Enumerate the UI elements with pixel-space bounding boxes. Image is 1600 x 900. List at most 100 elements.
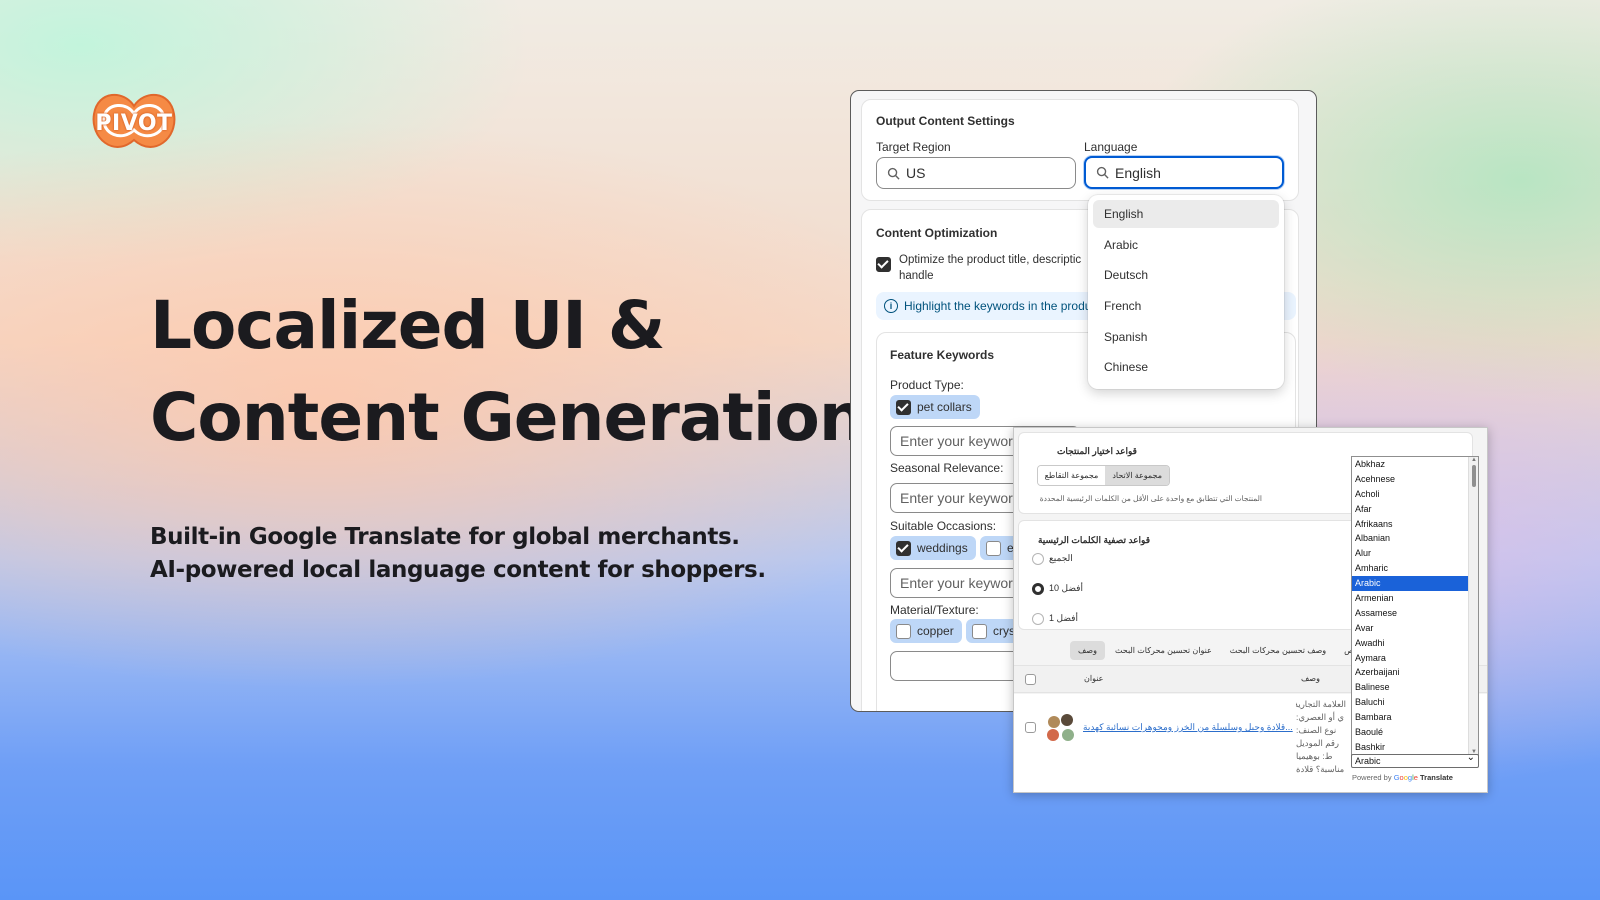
radio-top1-label: أفضل 1 [1049, 613, 1078, 623]
language-dropdown[interactable]: English Arabic Deutsch French Spanish Ch… [1088, 195, 1284, 389]
pivot-logo: PIVOT [90, 92, 178, 158]
headline-line-2: Content Generation [150, 379, 866, 456]
desc-line: ي أو العصري: [1296, 712, 1344, 722]
tab-seo-description[interactable]: وصف تحسين محركات البحث [1222, 641, 1334, 660]
language-list-item[interactable]: Armenian [1352, 591, 1469, 606]
product-type-label: Product Type: [890, 378, 964, 392]
product-thumbnail [1046, 714, 1076, 744]
language-list-item[interactable]: Acehnese [1352, 472, 1469, 487]
language-list-item[interactable]: Alur [1352, 546, 1469, 561]
language-list-item[interactable]: Amharic [1352, 561, 1469, 576]
language-option-chinese[interactable]: Chinese [1093, 353, 1279, 381]
target-region-input[interactable]: US [876, 157, 1076, 189]
radio-all[interactable] [1032, 553, 1044, 565]
seasonal-label: Seasonal Relevance: [890, 461, 1004, 475]
language-list: Abkhaz Acehnese Acholi Afar Afrikaans Albania… [1352, 457, 1469, 755]
desc-line: العلامة التجارية [1296, 699, 1346, 709]
language-list-item[interactable]: Afar [1352, 502, 1469, 517]
desc-line: ط: بوهيميا [1296, 751, 1333, 761]
optimize-text-line-2: handle [899, 270, 934, 282]
target-region-label: Target Region [876, 140, 951, 154]
optimize-checkbox[interactable] [876, 257, 891, 272]
tab-description[interactable]: وصف [1070, 641, 1105, 660]
powered-brand: Translate [1420, 773, 1453, 782]
translate-language-select[interactable]: Arabic [1351, 752, 1479, 768]
desc-line: مناسبة؟ قلادة [1296, 764, 1345, 774]
keyword-chip[interactable]: weddings [890, 536, 976, 560]
language-input[interactable]: English [1084, 156, 1284, 189]
chip-label: weddings [917, 541, 968, 555]
language-list-item[interactable]: Balinese [1352, 680, 1469, 695]
language-label: Language [1084, 140, 1138, 154]
chip-checkbox[interactable] [986, 540, 1001, 556]
language-list-item[interactable]: Assamese [1352, 606, 1469, 621]
language-list-item[interactable]: Abkhaz [1352, 457, 1469, 472]
desc-line: رقم الموديل [1296, 738, 1340, 748]
radio-top1[interactable] [1032, 613, 1044, 625]
select-all-checkbox[interactable] [1025, 674, 1036, 685]
radio-top10-label: أفضل 10 [1049, 583, 1083, 593]
language-list-item[interactable]: Acholi [1352, 487, 1469, 502]
target-region-value: US [906, 165, 926, 181]
search-icon [1096, 166, 1109, 179]
language-list-item[interactable]: Baoulé [1352, 725, 1469, 740]
language-list-item[interactable]: Bashkir [1352, 740, 1469, 755]
language-list-item[interactable]: Albanian [1352, 531, 1469, 546]
highlight-text: Highlight the keywords in the produ [904, 299, 1092, 313]
language-option-french[interactable]: French [1093, 292, 1279, 320]
google-logo: Google [1393, 773, 1418, 782]
powered-prefix: Powered by [1352, 773, 1392, 782]
powered-by-google-translate[interactable]: Powered by Google Translate [1352, 773, 1453, 782]
desc-line: نوع الصنف: [1296, 725, 1337, 735]
selection-rules-title: قواعد اختيار المنتجات [1056, 446, 1137, 456]
language-list-item[interactable]: Afrikaans [1352, 517, 1469, 532]
language-option-english[interactable]: English [1093, 200, 1279, 228]
description-cell: العلامة التجارية ي أو العصري: نوع الصنف:… [1296, 698, 1346, 776]
chip-checkbox[interactable] [896, 399, 911, 415]
language-list-item[interactable]: Awadhi [1352, 636, 1469, 651]
subheadline-line-2: AI-powered local language content for sh… [150, 557, 766, 583]
output-settings-title: Output Content Settings [876, 114, 1015, 128]
chip-checkbox[interactable] [972, 623, 987, 639]
language-list-item[interactable]: Avar [1352, 621, 1469, 636]
language-option-arabic[interactable]: Arabic [1093, 231, 1279, 259]
selection-hint: المنتجات التي تتطابق مع واحدة على الأقل … [1039, 494, 1262, 503]
keyword-chip[interactable]: pet collars [890, 395, 980, 419]
language-list-item[interactable]: Azerbaijani [1352, 665, 1469, 680]
feature-keywords-title: Feature Keywords [890, 348, 995, 362]
subheadline: Built-in Google Translate for global mer… [150, 521, 790, 587]
product-title-link[interactable]: ...قلادة وحبل وسلسلة من الخرز ومجوهرات ن… [1083, 722, 1293, 733]
row-checkbox[interactable] [1025, 722, 1036, 733]
language-option-deutsch[interactable]: Deutsch [1093, 261, 1279, 289]
list-scrollbar[interactable]: ▲ ▼ [1468, 457, 1478, 757]
language-option-spanish[interactable]: Spanish [1093, 323, 1279, 351]
language-value: English [1115, 164, 1161, 181]
translate-language-list[interactable]: Abkhaz Acehnese Acholi Afar Afrikaans Albania… [1351, 456, 1479, 758]
keyword-chip[interactable]: copper [890, 619, 962, 643]
logo-text: PIVOT [95, 111, 173, 136]
chip-checkbox[interactable] [896, 540, 911, 556]
scroll-up-icon[interactable]: ▲ [1471, 457, 1477, 463]
selection-mode-toggle[interactable]: مجموعة التقاطع مجموعة الاتحاد [1036, 465, 1170, 486]
optimize-text-line-1: Optimize the product title, descriptic [899, 254, 1082, 266]
chip-checkbox[interactable] [896, 623, 911, 639]
content-optimization-title: Content Optimization [876, 226, 998, 240]
material-label: Material/Texture: [890, 603, 979, 617]
seg-intersection[interactable]: مجموعة التقاطع [1037, 466, 1106, 485]
language-list-item[interactable]: Aymara [1352, 651, 1469, 666]
chip-label: pet collars [917, 400, 972, 414]
language-list-item[interactable]: Arabic [1352, 576, 1469, 592]
occasions-label: Suitable Occasions: [890, 519, 997, 533]
seg-union[interactable]: مجموعة الاتحاد [1105, 466, 1169, 485]
column-description: وصف [1301, 674, 1320, 683]
info-icon: i [884, 299, 898, 313]
chip-label: crys [993, 624, 1015, 638]
headline-line-1: Localized UI & [150, 287, 665, 364]
radio-all-label: الجميع [1049, 553, 1073, 563]
language-list-item[interactable]: Bambara [1352, 710, 1469, 725]
language-list-item[interactable]: Baluchi [1352, 695, 1469, 710]
scrollbar-thumb[interactable] [1472, 465, 1476, 487]
keyword-filter-title: قواعد تصفية الكلمات الرئيسية [1037, 535, 1150, 545]
radio-top10[interactable] [1032, 583, 1044, 595]
tab-seo-title[interactable]: عنوان تحسين محركات البحث [1107, 641, 1220, 660]
